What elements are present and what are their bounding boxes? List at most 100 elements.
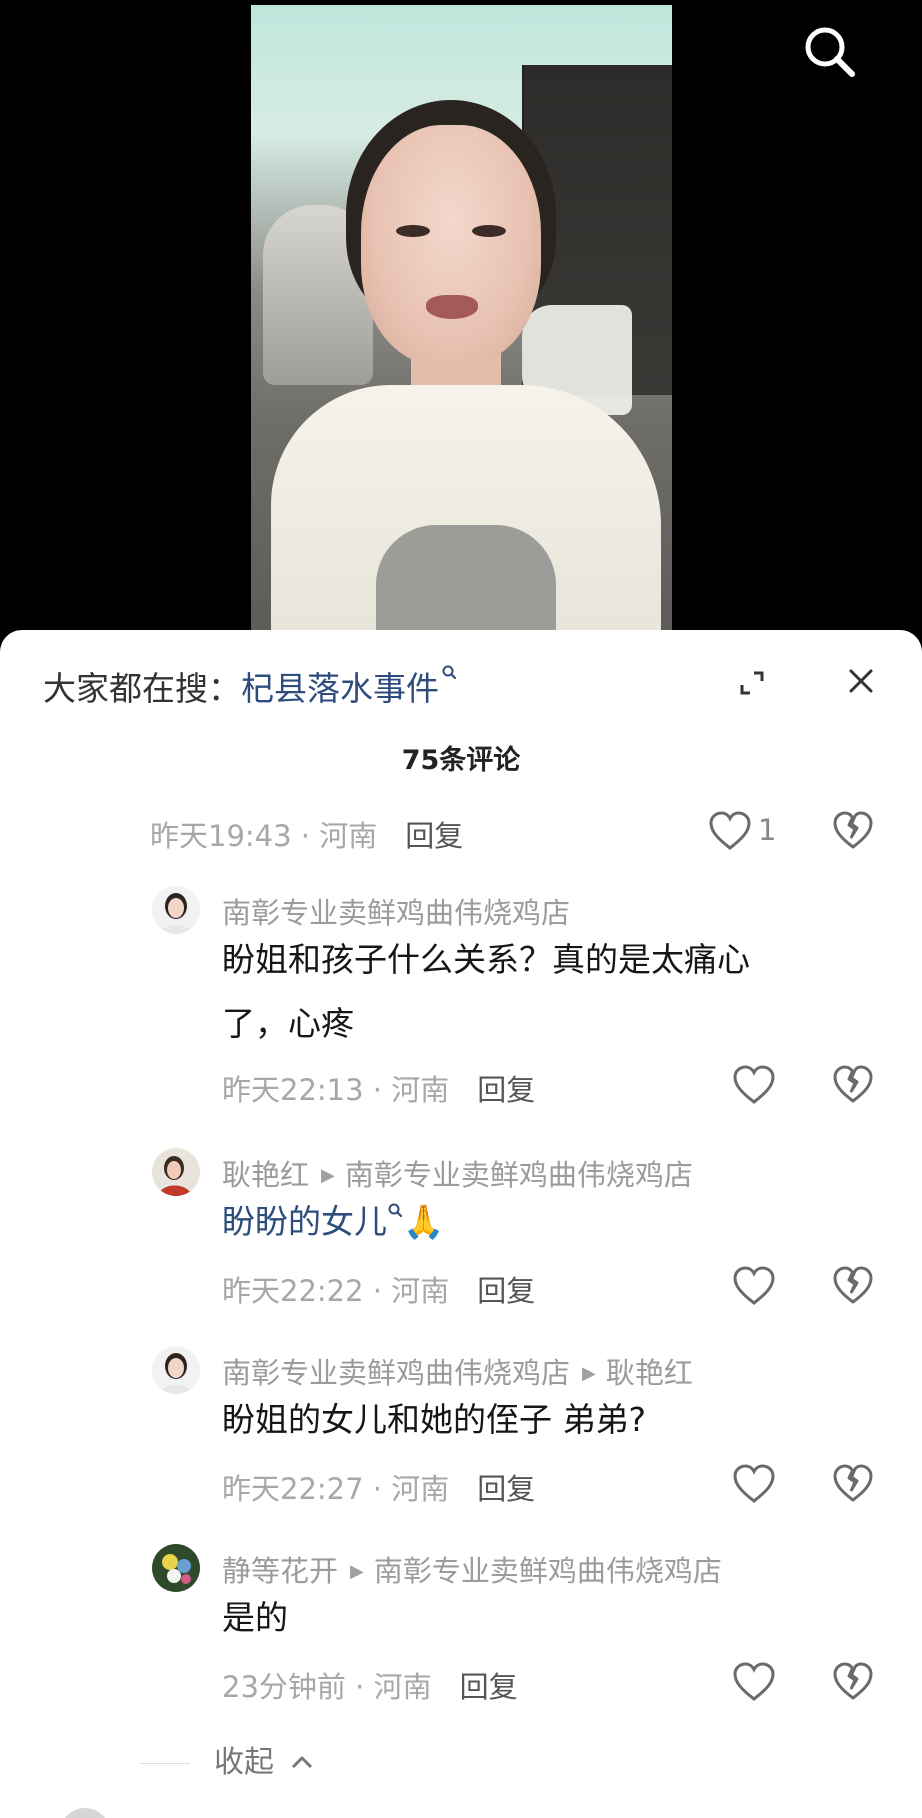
dislike-button[interactable] [832,810,874,852]
avatar-image [152,1544,200,1592]
avatar[interactable] [152,886,200,934]
collapse-label: 收起 [214,1745,274,1780]
comment-meta: 昨天22:22 · 河南 回复 [222,1268,535,1310]
comment-time: 昨天22:27 [222,1472,364,1506]
comment-meta: 昨天22:27 · 河南 回复 [222,1466,535,1508]
reply-button[interactable]: 回复 [477,1472,535,1506]
comment-meta: 昨天22:13 · 河南 回复 [222,1067,535,1109]
close-icon [849,669,873,693]
heart-icon [709,811,751,850]
meta-separator: · [291,819,320,853]
close-button[interactable] [846,666,876,696]
avatar-image [152,886,200,934]
broken-heart-icon [833,1266,873,1304]
heart-icon [733,1065,775,1104]
reply-text: 盼姐和孩子什么关系？真的是太痛心 了，心疼 [222,928,822,1056]
reply-button[interactable]: 回复 [477,1073,535,1107]
like-button[interactable] [707,810,753,852]
reply-target[interactable]: 南彰专业卖鲜鸡曲伟烧鸡店 [374,1554,722,1588]
reply-text-line: 盼姐和孩子什么关系？真的是太痛心 [222,940,750,979]
broken-heart-icon [833,811,873,849]
video-player[interactable] [0,0,922,650]
trending-keyword[interactable]: 杞县落水事件 [241,669,439,708]
divider [140,1763,190,1764]
meta-separator: · [345,1670,374,1704]
dislike-button[interactable] [832,1265,874,1307]
reply-author[interactable]: 南彰专业卖鲜鸡曲伟烧鸡店 [222,890,570,932]
comment-time: 23分钟前 [222,1670,346,1704]
reply-text: 盼姐的女儿和她的侄子 弟弟? [222,1400,647,1439]
mouth [426,295,478,319]
comment-meta: 23分钟前 · 河南 回复 [222,1664,518,1706]
reply-button[interactable]: 回复 [477,1274,535,1308]
avatar[interactable] [152,1544,200,1592]
dislike-button[interactable] [832,1064,874,1106]
broken-heart-icon [833,1662,873,1700]
comment-location: 河南 [391,1472,450,1506]
author-name[interactable]: 南彰专业卖鲜鸡曲伟烧鸡店 [222,1356,570,1390]
author-name[interactable]: 静等花开 [222,1554,338,1588]
meta-separator: · [363,1274,392,1308]
keyword-link[interactable]: 盼盼的女儿 [222,1202,387,1241]
reply-text-line: 了，心疼 [222,1004,354,1043]
eye [396,225,430,237]
broken-heart-icon [833,1464,873,1502]
reply-button[interactable]: 回复 [460,1670,518,1704]
person-face [361,125,541,365]
reply-arrow-icon: ▶ [350,1561,364,1582]
like-button[interactable] [731,1265,777,1307]
avatar[interactable] [152,1346,200,1394]
person-tee [376,525,556,645]
reply-author[interactable]: 南彰专业卖鲜鸡曲伟烧鸡店 ▶ 耿艳红 [222,1350,693,1392]
dislike-button[interactable] [832,1463,874,1505]
reply-item: 南彰专业卖鲜鸡曲伟烧鸡店 盼姐和孩子什么关系？真的是太痛心 了，心疼 昨天22:… [0,886,922,1109]
reply-text: 盼盼的女儿 🙏 [222,1190,822,1254]
reply-author[interactable]: 耿艳红 ▶ 南彰专业卖鲜鸡曲伟烧鸡店 [222,1152,693,1194]
reply-target[interactable]: 南彰专业卖鲜鸡曲伟烧鸡店 [345,1158,693,1192]
comment-location: 河南 [391,1274,450,1308]
reply-item: 南彰专业卖鲜鸡曲伟烧鸡店 ▶ 耿艳红 盼姐的女儿和她的侄子 弟弟? 昨天22:27 … [0,1346,922,1506]
like-button[interactable] [731,1064,777,1106]
dislike-button[interactable] [832,1661,874,1703]
meta-separator: · [363,1472,392,1506]
comment-location: 河南 [391,1073,450,1107]
reply-button[interactable]: 回复 [405,819,463,853]
comment-panel: 大家都在搜：杞县落水事件 75条评论 昨天19:43 · 河南 回复 1 南彰专… [0,630,922,1818]
reply-arrow-icon: ▶ [582,1363,596,1384]
avatar[interactable] [152,1148,200,1196]
reply-target[interactable]: 耿艳红 [606,1356,693,1390]
avatar-image [152,1148,200,1196]
comment-time: 昨天22:22 [222,1274,364,1308]
collapse-replies-button[interactable]: 收起 [140,1737,314,1781]
author-name[interactable]: 南彰专业卖鲜鸡曲伟烧鸡店 [222,896,570,930]
comment-location: 河南 [319,819,378,853]
reply-author[interactable]: 静等花开 ▶ 南彰专业卖鲜鸡曲伟烧鸡店 [222,1548,722,1590]
panel-header: 大家都在搜：杞县落水事件 [0,630,922,710]
reply-item: 耿艳红 ▶ 南彰专业卖鲜鸡曲伟烧鸡店 盼盼的女儿 🙏 昨天22:22 · 河南 回复 [0,1148,922,1308]
avatar-image [152,1346,200,1394]
expand-button[interactable] [736,667,768,699]
like-button[interactable] [731,1463,777,1505]
heart-icon [733,1464,775,1503]
avatar[interactable] [60,1808,110,1818]
eye [472,225,506,237]
search-icon [805,27,855,77]
trending-prefix: 大家都在搜： [43,669,241,708]
video-frame [251,5,672,645]
reply-item: 静等花开 ▶ 南彰专业卖鲜鸡曲伟烧鸡店 是的 23分钟前 · 河南 回复 [0,1544,922,1704]
search-icon [388,1203,403,1218]
emoji: 🙏 [403,1202,445,1241]
heart-icon [733,1662,775,1701]
reply-text: 是的 [222,1598,288,1637]
comment-time: 昨天22:13 [222,1073,364,1107]
comment-meta: 昨天19:43 · 河南 回复 [150,813,463,855]
search-icon [442,665,457,680]
comment-location: 河南 [373,1670,432,1704]
like-button[interactable] [731,1661,777,1703]
expand-icon [740,671,764,695]
trending-search[interactable]: 大家都在搜：杞县落水事件 [43,662,457,710]
author-name[interactable]: 耿艳红 [222,1158,309,1192]
search-button[interactable] [800,22,860,82]
broken-heart-icon [833,1065,873,1103]
reply-arrow-icon: ▶ [321,1165,335,1186]
